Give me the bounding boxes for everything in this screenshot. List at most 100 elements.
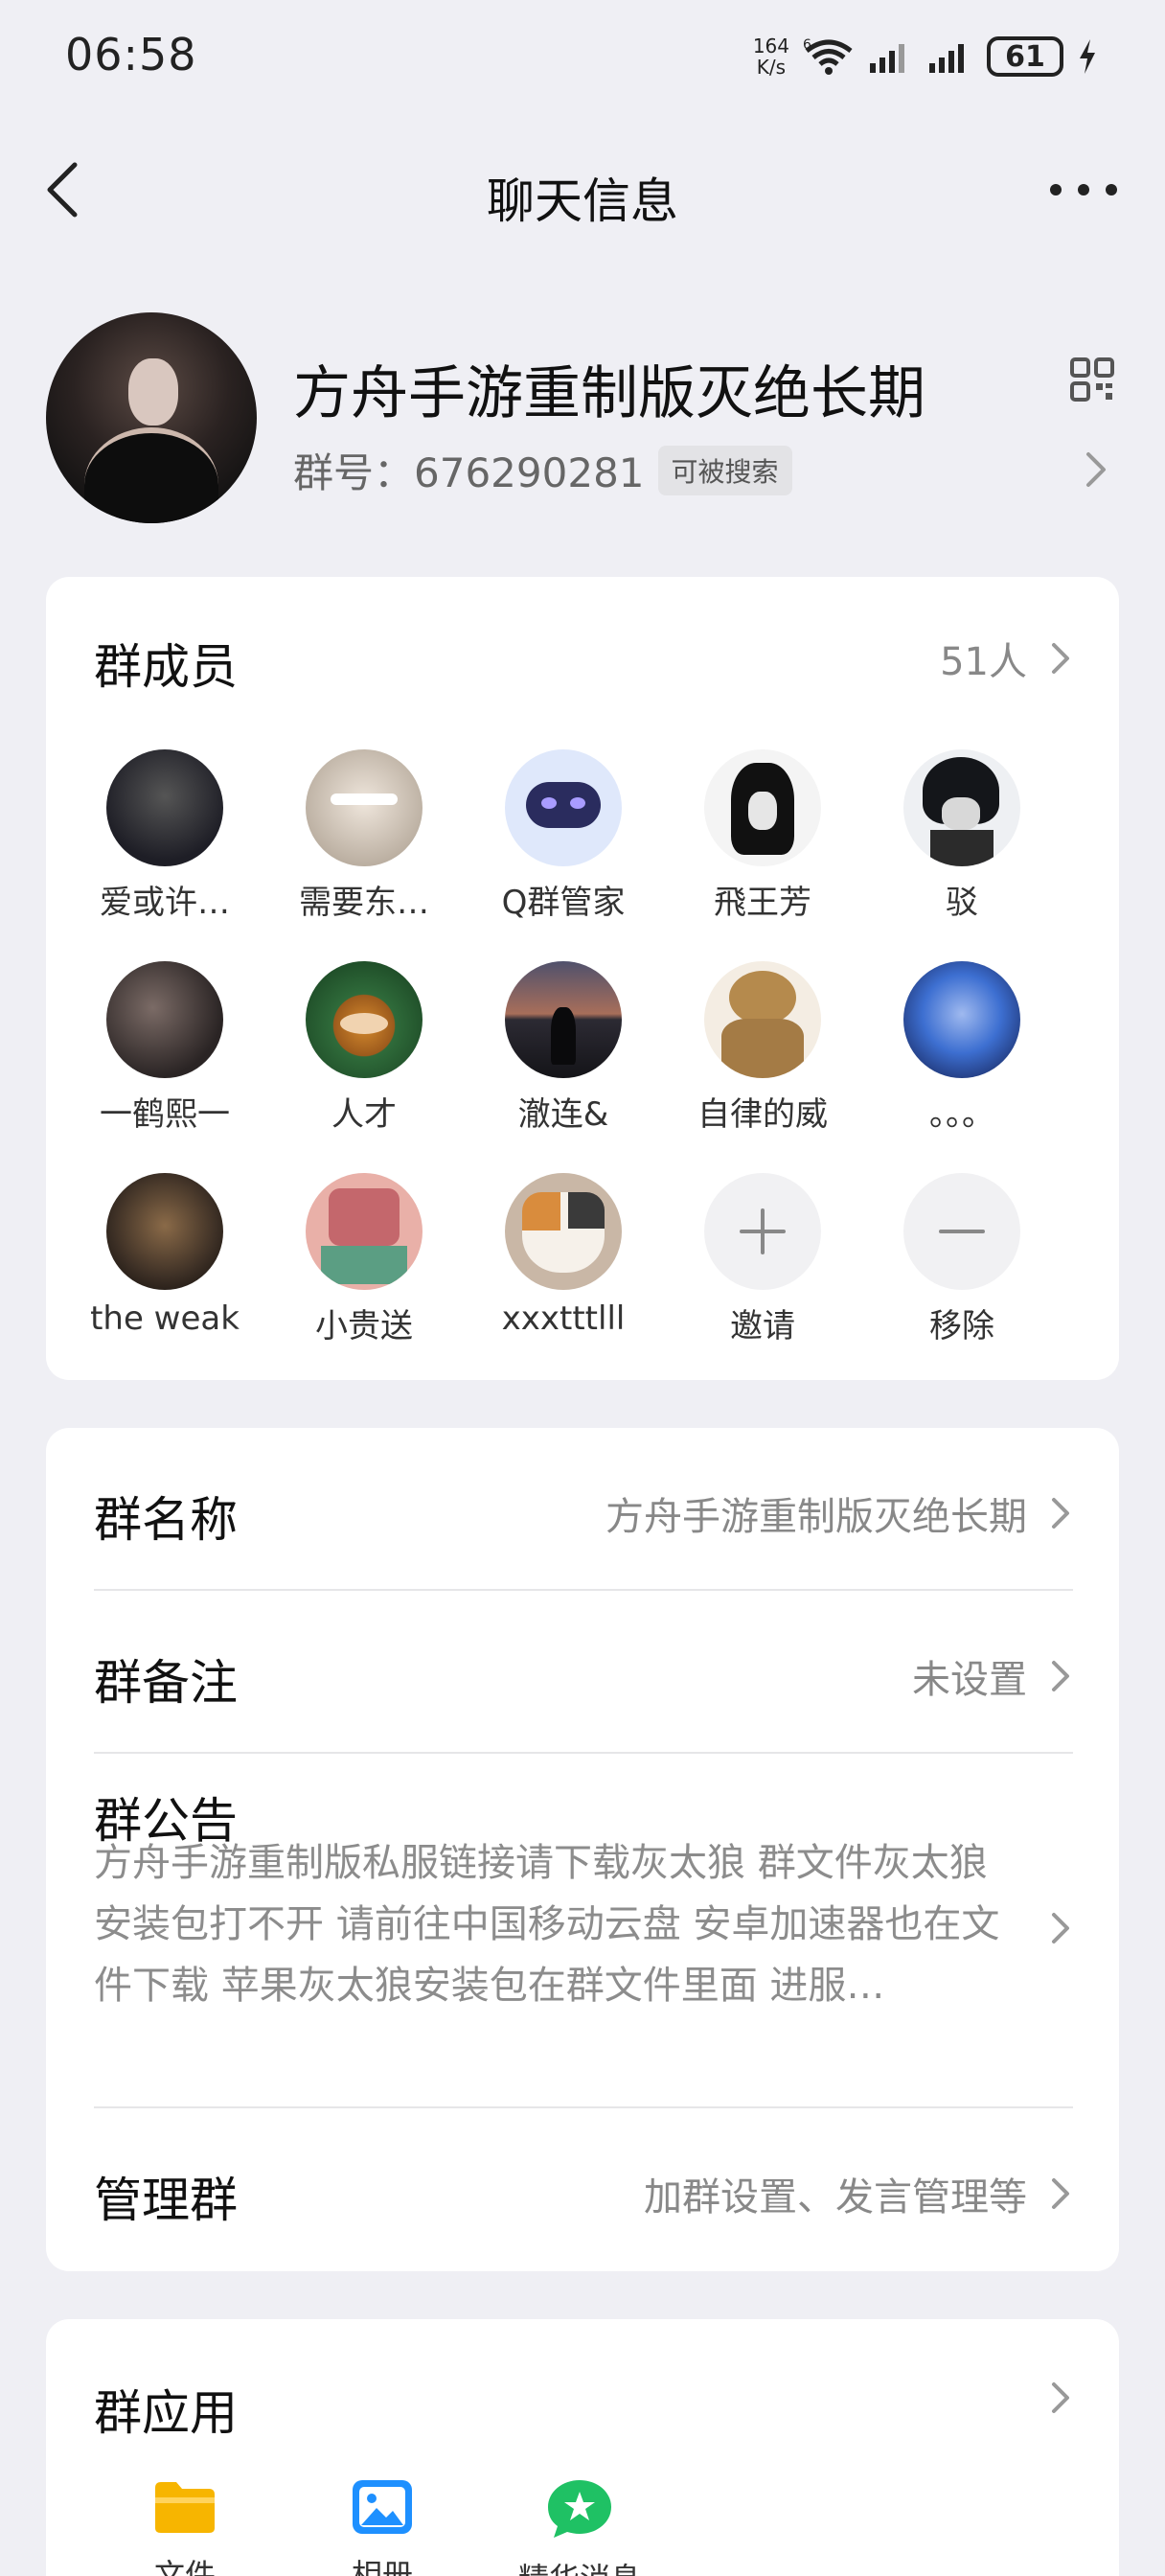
manage-group-value-link: 加群设置、发言管理等: [644, 2166, 1073, 2221]
member-item[interactable]: 澈连&: [464, 961, 663, 1135]
group-info-card: 群名称 方舟手游重制版灭绝长期 群备注 未设置 群公告 方舟手游重制版私服链接请…: [46, 1428, 1119, 2271]
invite-label: 邀请: [730, 1307, 795, 1346]
group-header[interactable]: 方舟手游重制版灭绝长期 群号：676290281 可被搜索: [46, 312, 1119, 525]
member-item[interactable]: 小贵送: [264, 1173, 464, 1346]
member-item[interactable]: 需要东…: [264, 749, 464, 923]
chevron-right-icon: [1052, 643, 1069, 674]
searchable-badge: 可被搜索: [657, 445, 792, 495]
member-avatar[interactable]: [704, 961, 821, 1078]
folder-icon[interactable]: [151, 2478, 218, 2536]
group-apps-list: 文件 相册 精华消息: [151, 2478, 641, 2576]
manage-group-value: 加群设置、发言管理等: [644, 2175, 1027, 2220]
member-name: xxxtttlll: [501, 1300, 626, 1338]
member-item[interactable]: the weak: [65, 1173, 264, 1346]
member-item[interactable]: 人才: [264, 961, 464, 1135]
member-avatar[interactable]: [306, 961, 423, 1078]
app-label: 相册: [351, 2557, 413, 2576]
member-item[interactable]: 自律的威: [663, 961, 862, 1135]
member-avatar[interactable]: [106, 749, 223, 866]
group-apps-row[interactable]: 群应用: [46, 2319, 1119, 2463]
members-title: 群成员: [94, 639, 238, 695]
member-item[interactable]: Q群管家: [464, 749, 663, 923]
chevron-right-icon: [1052, 1498, 1069, 1529]
member-item[interactable]: 一鹤熙一: [65, 961, 264, 1135]
group-remark-value: 未设置: [912, 1658, 1027, 1702]
chevron-right-icon: [1052, 2178, 1069, 2209]
manage-group-label: 管理群: [94, 2173, 238, 2228]
signal-icon-2: [929, 44, 964, 73]
app-essence[interactable]: 精华消息: [518, 2478, 641, 2576]
group-id-text: 群号：676290281: [293, 449, 645, 496]
chevron-right-icon: [1052, 1661, 1069, 1691]
photo-album-icon[interactable]: [349, 2478, 416, 2536]
group-name-value-link: 方舟手游重制版灭绝长期: [605, 1485, 1073, 1541]
status-bar: 06:58 164 K/s 6 61: [0, 0, 1165, 115]
member-avatar[interactable]: [106, 1173, 223, 1290]
battery-indicator: 61: [987, 36, 1063, 77]
invite-member-button[interactable]: 邀请: [663, 1173, 862, 1346]
member-item[interactable]: 。。。: [862, 961, 1062, 1135]
group-remark-value-link: 未设置: [912, 1648, 1073, 1704]
star-chat-icon[interactable]: [546, 2478, 613, 2540]
qr-code-icon[interactable]: [1069, 356, 1115, 402]
member-name: 驳: [946, 884, 978, 922]
group-apps-title: 群应用: [94, 2385, 238, 2441]
charging-icon: [1080, 39, 1095, 74]
member-avatar[interactable]: [306, 749, 423, 866]
member-name: 飛王芳: [714, 884, 811, 922]
member-avatar[interactable]: [903, 749, 1020, 866]
group-remark-label: 群备注: [94, 1655, 238, 1711]
member-avatar[interactable]: [505, 1173, 622, 1290]
more-dots-icon[interactable]: [1050, 163, 1117, 217]
members-grid: 爱或许… 需要东… Q群管家 飛王芳 驳 一鹤熙一 人才 澈连& 自律的威 。。…: [65, 749, 1100, 1346]
member-name: 小贵送: [315, 1307, 413, 1346]
member-avatar[interactable]: [704, 749, 821, 866]
member-avatar[interactable]: [306, 1173, 423, 1290]
member-avatar[interactable]: [903, 961, 1020, 1078]
members-count-link[interactable]: 51人: [940, 631, 1073, 686]
group-avatar[interactable]: [46, 312, 257, 523]
group-id-row: 群号：676290281 可被搜索: [293, 441, 792, 499]
group-name-value: 方舟手游重制版灭绝长期: [605, 1495, 1027, 1539]
plus-icon[interactable]: [704, 1173, 821, 1290]
member-item[interactable]: xxxtttlll: [464, 1173, 663, 1346]
member-item[interactable]: 爱或许…: [65, 749, 264, 923]
app-label: 文件: [153, 2557, 216, 2576]
remove-member-button[interactable]: 移除: [862, 1173, 1062, 1346]
member-name: the weak: [90, 1300, 240, 1338]
member-avatar[interactable]: [106, 961, 223, 1078]
member-item[interactable]: 驳: [862, 749, 1062, 923]
members-count: 51人: [940, 640, 1027, 684]
group-name: 方舟手游重制版灭绝长期: [293, 360, 925, 427]
app-album[interactable]: 相册: [349, 2478, 416, 2576]
app-label: 精华消息: [518, 2555, 641, 2576]
member-avatar[interactable]: [505, 749, 622, 866]
member-avatar[interactable]: [505, 961, 622, 1078]
member-name: 一鹤熙一: [100, 1095, 230, 1134]
member-name: 需要东…: [299, 884, 429, 922]
nav-bar: 聊天信息: [0, 144, 1165, 236]
member-name: Q群管家: [501, 884, 626, 922]
group-name-label: 群名称: [94, 1492, 238, 1548]
member-name: 自律的威: [697, 1095, 828, 1134]
group-remark-row[interactable]: 群备注 未设置: [46, 1591, 1119, 1754]
chevron-right-icon: [1052, 1913, 1069, 1944]
status-time: 06:58: [65, 29, 197, 80]
page-title: 聊天信息: [487, 173, 678, 229]
group-notice-text: 方舟手游重制版私服链接请下载灰太狼 群文件灰太狼安装包打不开 请前往中国移动云盘…: [94, 1841, 1000, 2008]
svg-text:6: 6: [803, 37, 811, 53]
chevron-right-icon: [1052, 2382, 1069, 2413]
status-icons: 164 K/s 6 61: [753, 33, 1098, 80]
members-card: 群成员 51人 爱或许… 需要东… Q群管家 飛王芳 驳 一鹤熙一 人才 澈连&…: [46, 577, 1119, 1380]
wifi-icon: 6: [803, 37, 853, 75]
chevron-right-icon[interactable]: [1077, 441, 1115, 498]
group-name-row[interactable]: 群名称 方舟手游重制版灭绝长期: [46, 1428, 1119, 1591]
member-name: 人才: [331, 1095, 397, 1134]
manage-group-row[interactable]: 管理群 加群设置、发言管理等: [46, 2108, 1119, 2271]
member-item[interactable]: 飛王芳: [663, 749, 862, 923]
signal-icon-1: [870, 44, 904, 73]
remove-label: 移除: [929, 1307, 994, 1346]
minus-icon[interactable]: [903, 1173, 1020, 1290]
app-files[interactable]: 文件: [151, 2478, 218, 2576]
group-apps-card: 群应用 文件 相册 精华消息: [46, 2319, 1119, 2576]
